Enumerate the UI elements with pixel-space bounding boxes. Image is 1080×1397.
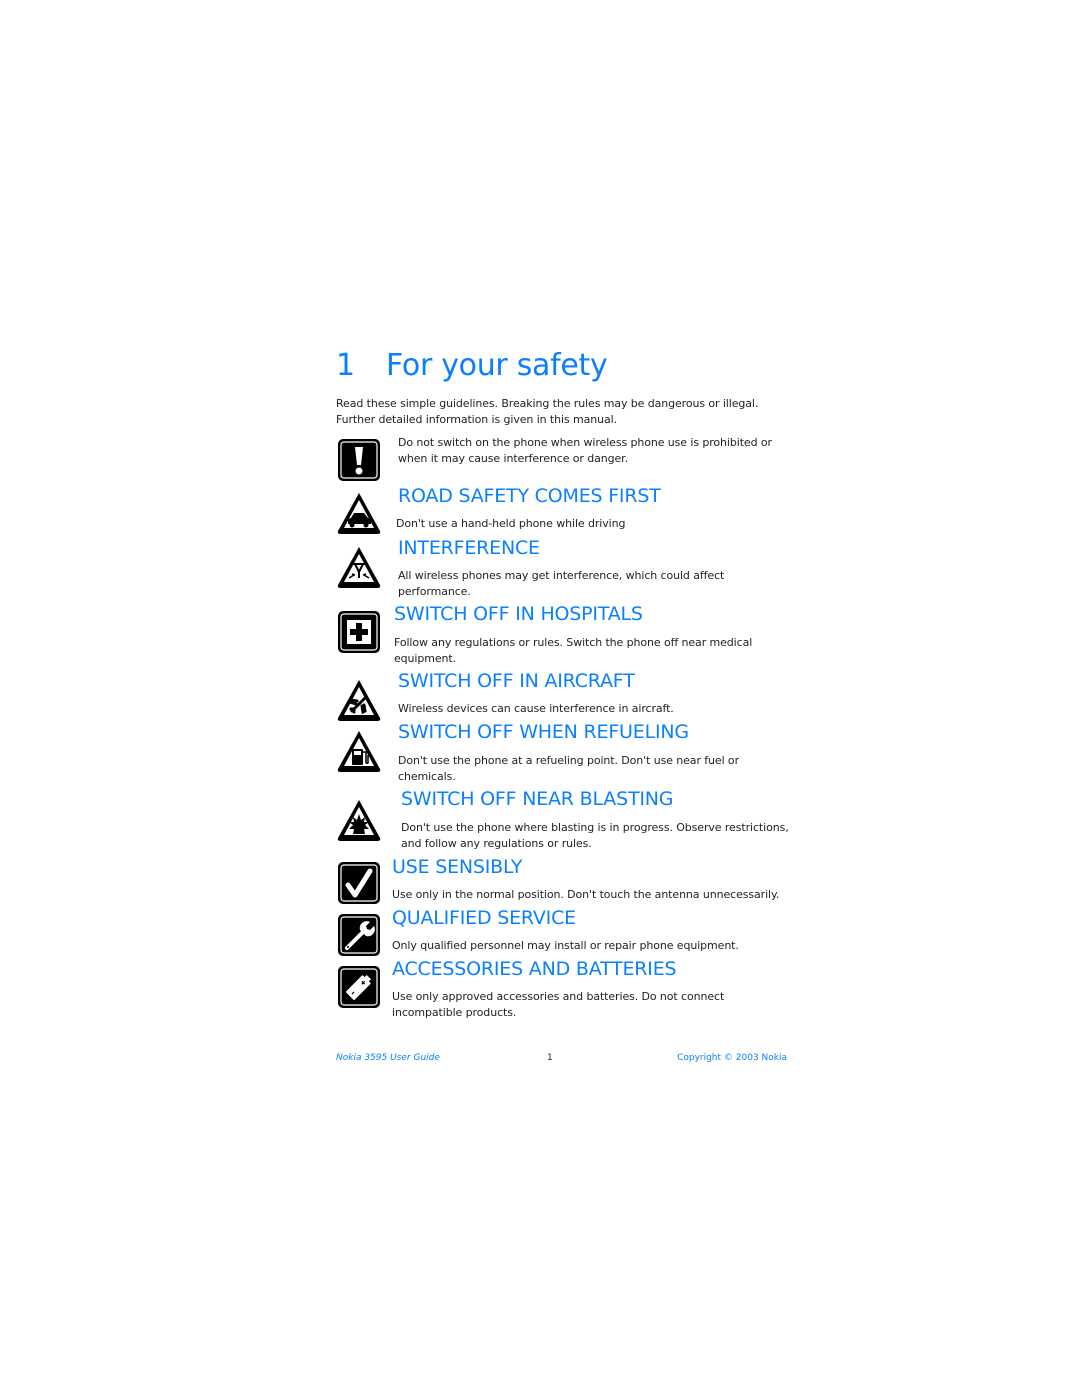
footer-document-title: Nokia 3595 User Guide [336,1053,440,1063]
page-title: 1 For your safety [336,348,608,383]
intro-line: Further detailed information is given in… [336,413,617,426]
aircraft-warning-icon [336,677,382,723]
checkmark-icon [336,860,382,906]
section-text: Use only in the normal position. Don't t… [392,888,780,901]
section-heading: INTERFERENCE [398,537,540,559]
chapter-title: For your safety [386,348,608,383]
interference-warning-icon [336,544,382,590]
intro-paragraph: Read these simple guidelines. Breaking t… [336,396,796,428]
section-heading: USE SENSIBLY [392,856,523,878]
section-text: Don't use the phone at a refueling point… [398,754,739,783]
section-heading: QUALIFIED SERVICE [392,907,576,929]
car-warning-icon [336,490,382,536]
section-text: All wireless phones may get interference… [398,569,725,598]
section-text: Wireless devices can cause interference … [398,702,674,715]
fuel-pump-warning-icon [336,728,382,774]
footer-copyright: Copyright © 2003 Nokia [677,1053,787,1063]
footer-page-number: 1 [547,1053,553,1063]
section-text: Follow any regulations or rules. Switch … [394,636,753,665]
section-text: Use only approved accessories and batter… [392,990,725,1019]
battery-icon [336,964,382,1010]
exclamation-icon [336,437,382,483]
section-text: Don't use the phone where blasting is in… [401,821,789,850]
warning-text: Do not switch on the phone when wireless… [398,436,772,465]
section-heading: SWITCH OFF IN HOSPITALS [394,603,643,625]
section-text: Don't use a hand-held phone while drivin… [396,517,626,530]
section-heading: ROAD SAFETY COMES FIRST [398,485,661,507]
wrench-icon [336,912,382,958]
section-heading: SWITCH OFF NEAR BLASTING [401,788,674,810]
section-heading: ACCESSORIES AND BATTERIES [392,958,677,980]
section-heading: SWITCH OFF IN AIRCRAFT [398,670,635,692]
hospital-cross-icon [336,609,382,655]
chapter-number: 1 [336,348,355,383]
intro-line: Read these simple guidelines. Breaking t… [336,397,759,410]
blasting-warning-icon [336,797,382,843]
section-heading: SWITCH OFF WHEN REFUELING [398,721,689,743]
section-text: Only qualified personnel may install or … [392,939,739,952]
